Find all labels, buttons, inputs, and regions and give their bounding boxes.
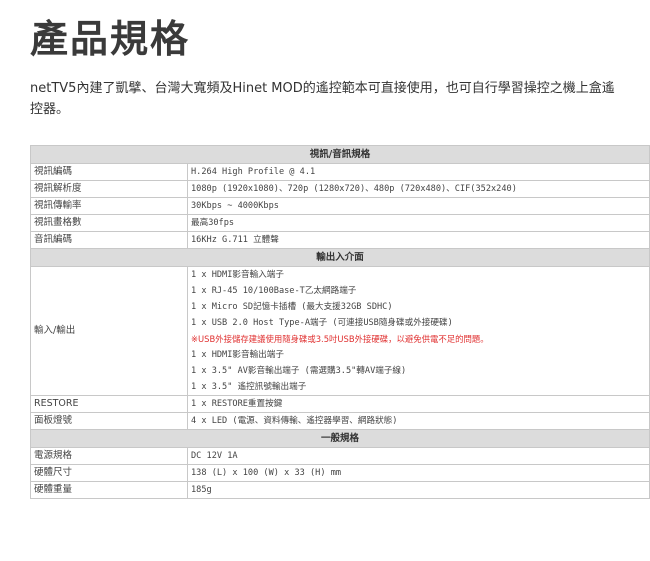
spec-label: 輸入/輸出 (30, 266, 188, 396)
io-line: 1 x USB 2.0 Host Type-A端子 (可連接USB隨身碟或外接硬… (191, 318, 453, 328)
io-line: 1 x Micro SD記憶卡插槽 (最大支援32GB SDHC) (191, 302, 393, 312)
spec-label: 硬體尺寸 (30, 464, 188, 482)
spec-value: 最高30fps (187, 214, 650, 232)
table-row: 電源規格 DC 12V 1A (30, 447, 650, 465)
section-title: 一般規格 (30, 429, 650, 448)
spec-value: 138 (L) x 100 (W) x 33 (H) mm (187, 464, 650, 482)
spec-value: DC 12V 1A (187, 447, 650, 465)
io-line: 1 x HDMI影音輸入端子 (191, 270, 284, 280)
table-row: 硬體尺寸 138 (L) x 100 (W) x 33 (H) mm (30, 464, 650, 482)
spec-value: 185g (187, 481, 650, 499)
spec-value: 16KHz G.711 立體聲 (187, 231, 650, 249)
section-title: 輸出入介面 (30, 248, 650, 267)
table-row: 面板燈號 4 x LED (電源、資料傳輸、遙控器學習、網路狀態) (30, 412, 650, 430)
io-line: 1 x 3.5" AV影音輸出端子 (需選購3.5"轉AV端子線) (191, 366, 407, 376)
table-row: 視訊傳輸率 30Kbps ~ 4000Kbps (30, 197, 650, 215)
spec-value: 1 x RESTORE重置按鍵 (187, 395, 650, 413)
table-row: 輸入/輸出 1 x HDMI影音輸入端子 1 x RJ-45 10/100Bas… (30, 266, 650, 396)
spec-table: 視訊/音訊規格 視訊編碼 H.264 High Profile @ 4.1 視訊… (30, 145, 650, 499)
spec-label: 視訊傳輸率 (30, 197, 188, 215)
spec-label: RESTORE (30, 395, 188, 413)
table-row: 視訊解析度 1080p (1920x1080)、720p (1280x720)、… (30, 180, 650, 198)
io-line: 1 x RJ-45 10/100Base-T乙太網路端子 (191, 286, 357, 296)
io-line: 1 x 3.5" 遙控訊號輸出端子 (191, 382, 307, 392)
table-row: 視訊畫格數 最高30fps (30, 214, 650, 232)
spec-label: 視訊編碼 (30, 163, 188, 181)
page-title: 產品規格 (30, 17, 191, 61)
spec-label: 面板燈號 (30, 412, 188, 430)
section-header-io: 輸出入介面 (30, 248, 650, 267)
intro-text: netTV5內建了凱擘、台灣大寬頻及Hinet MOD的遙控範本可直接使用，也可… (30, 81, 615, 117)
spec-value: 30Kbps ~ 4000Kbps (187, 197, 650, 215)
section-header-general: 一般規格 (30, 429, 650, 448)
section-title: 視訊/音訊規格 (30, 145, 650, 164)
usb-warning-note: ※USB外接儲存建議使用隨身碟或3.5吋USB外接硬碟，以避免供電不足的問題。 (191, 334, 489, 344)
section-header-av: 視訊/音訊規格 (30, 145, 650, 164)
spec-label: 電源規格 (30, 447, 188, 465)
spec-value: 1080p (1920x1080)、720p (1280x720)、480p (… (187, 180, 650, 198)
spec-label: 視訊解析度 (30, 180, 188, 198)
table-row: 音訊編碼 16KHz G.711 立體聲 (30, 231, 650, 249)
table-row: 視訊編碼 H.264 High Profile @ 4.1 (30, 163, 650, 181)
table-row: RESTORE 1 x RESTORE重置按鍵 (30, 395, 650, 413)
spec-value: H.264 High Profile @ 4.1 (187, 163, 650, 181)
spec-value-list: 1 x HDMI影音輸入端子 1 x RJ-45 10/100Base-T乙太網… (187, 266, 650, 396)
io-line: 1 x HDMI影音輸出端子 (191, 350, 284, 360)
spec-label: 音訊編碼 (30, 231, 188, 249)
spec-value: 4 x LED (電源、資料傳輸、遙控器學習、網路狀態) (187, 412, 650, 430)
spec-label: 硬體重量 (30, 481, 188, 499)
spec-label: 視訊畫格數 (30, 214, 188, 232)
table-row: 硬體重量 185g (30, 481, 650, 499)
